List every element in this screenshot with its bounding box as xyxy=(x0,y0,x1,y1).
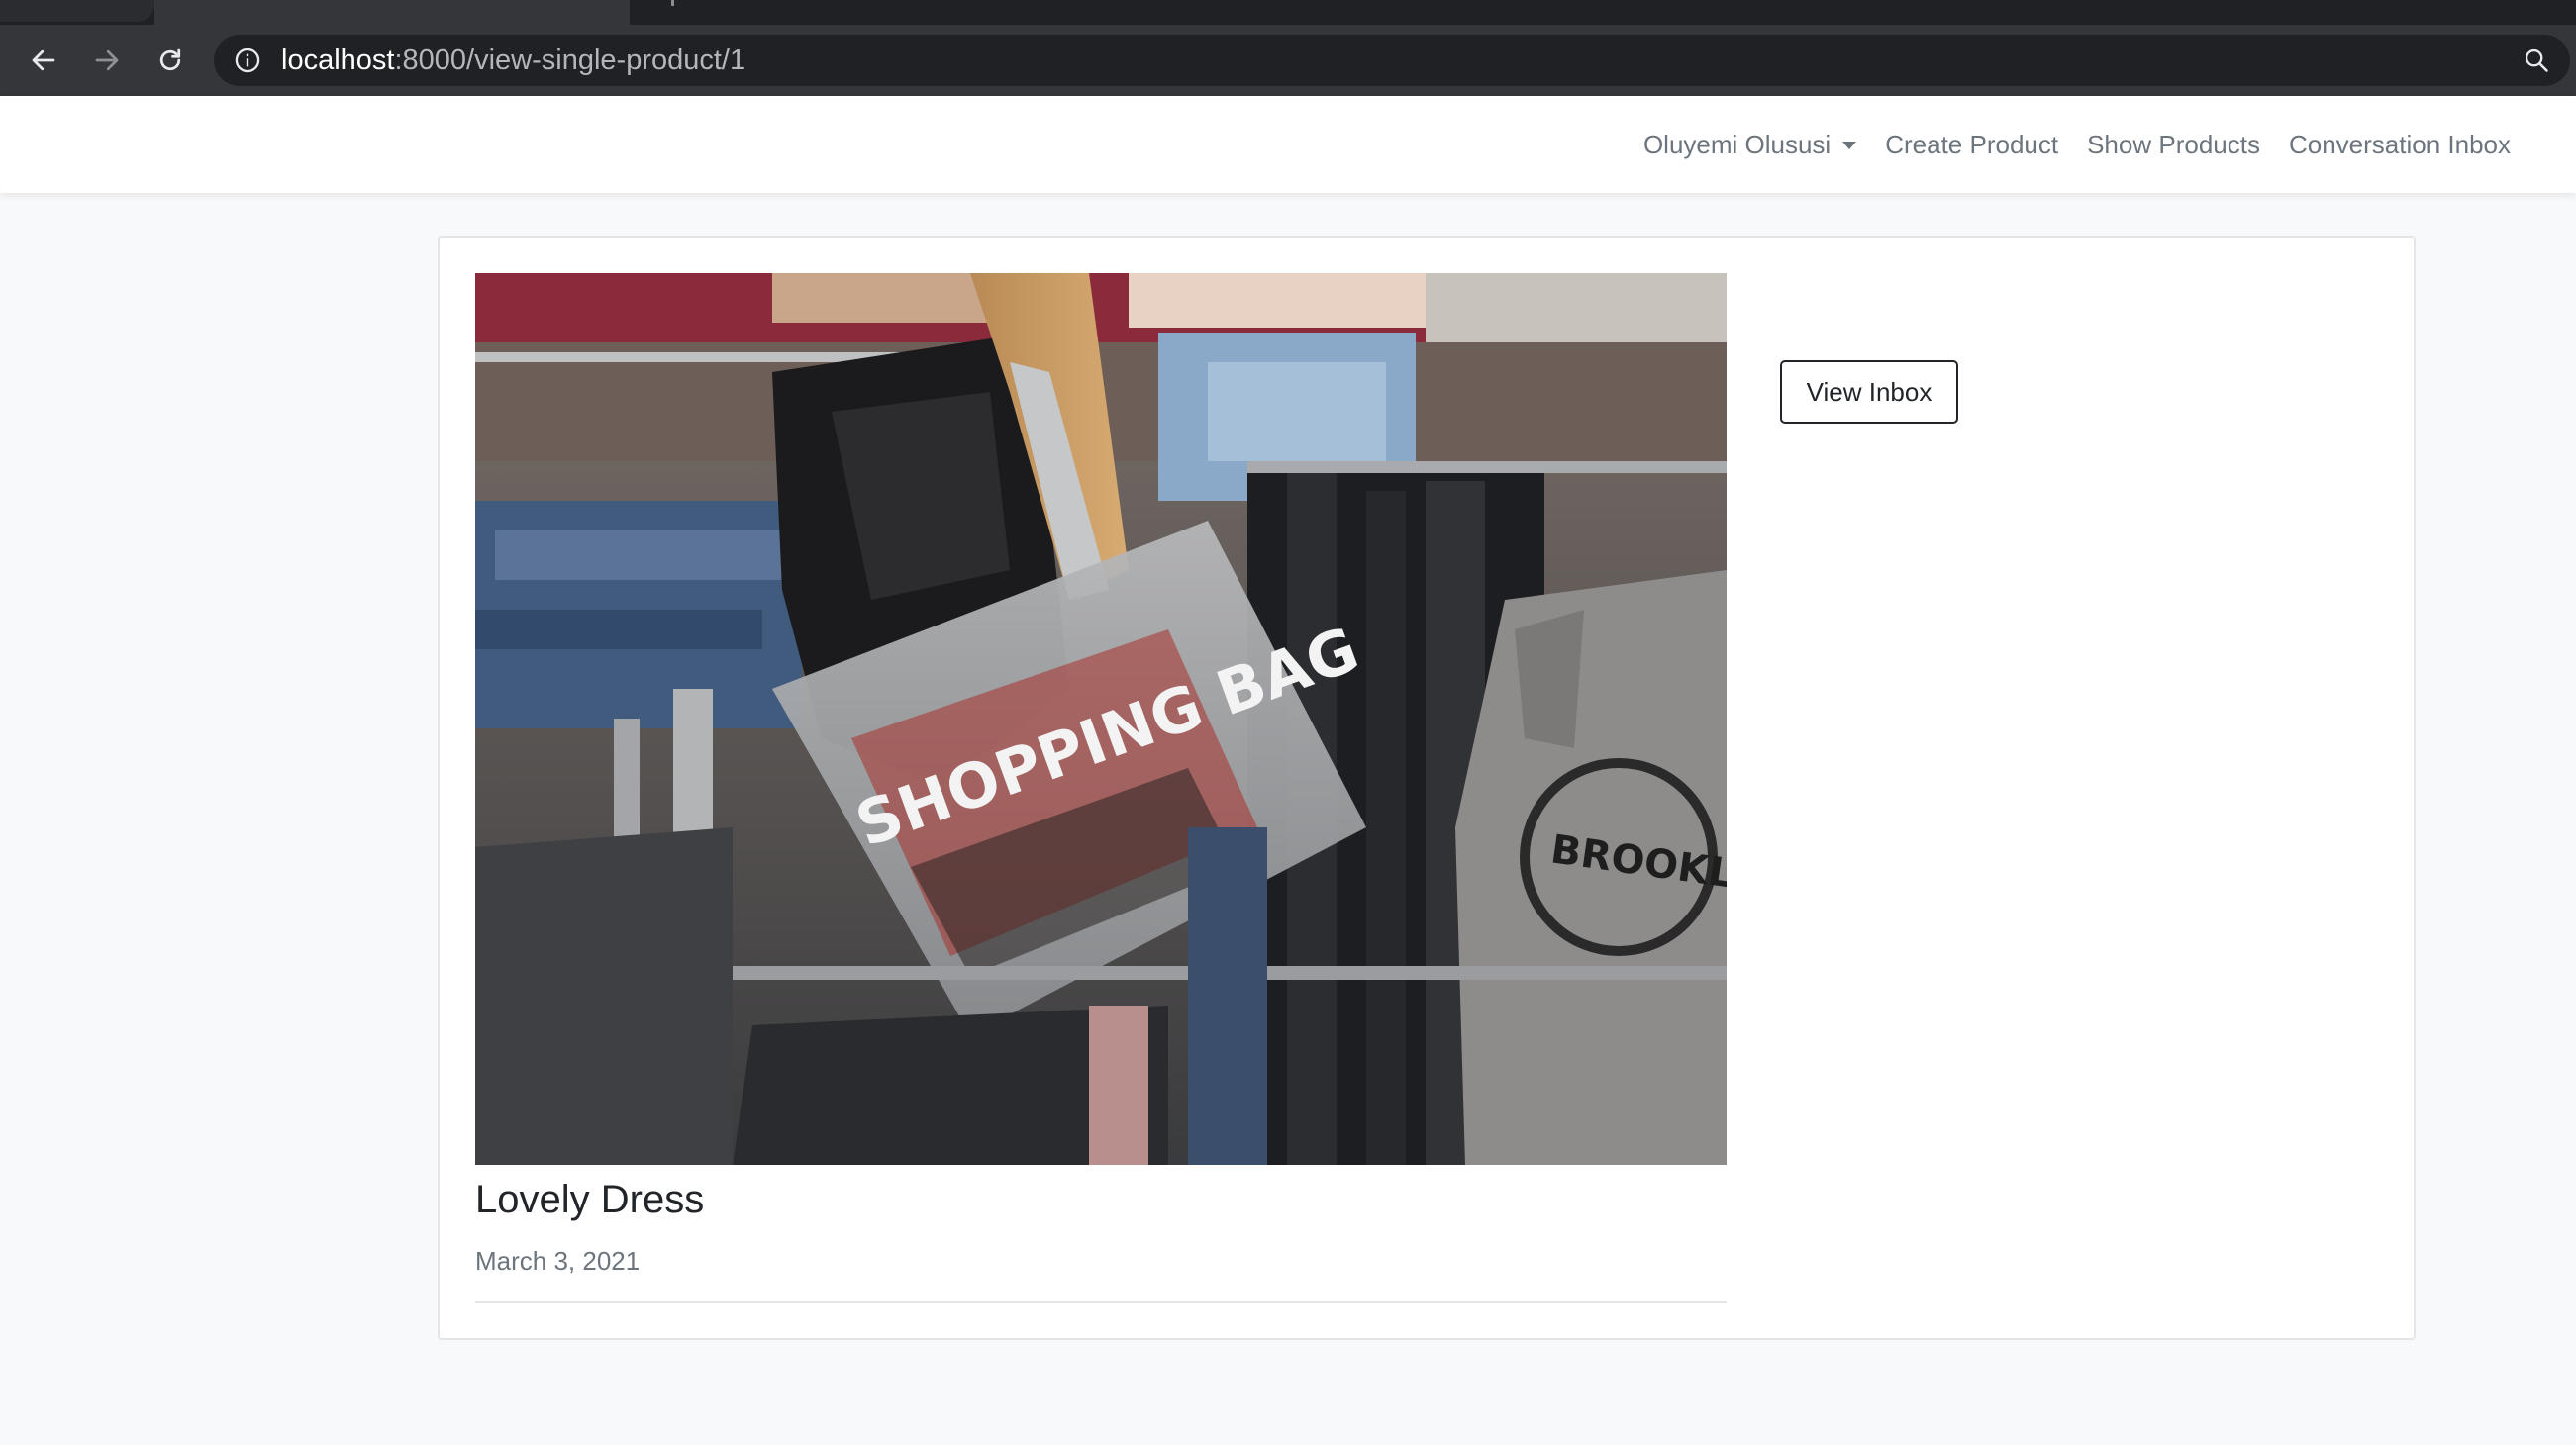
forward-button[interactable] xyxy=(77,25,137,96)
nav-link-conversation-inbox[interactable]: Conversation Inbox xyxy=(2289,130,2511,160)
url-path: :8000/view-single-product/1 xyxy=(394,45,746,76)
view-inbox-button[interactable]: View Inbox xyxy=(1780,360,1958,424)
divider xyxy=(475,1301,1727,1303)
arrow-left-icon xyxy=(32,49,55,71)
navbar-links: Oluyemi Olususi Create Product Show Prod… xyxy=(1507,96,2511,193)
address-bar[interactable]: localhost:8000/view-single-product/1 xyxy=(214,35,2570,86)
tab-separator xyxy=(671,0,674,6)
reload-button[interactable] xyxy=(141,25,200,96)
magnifier-icon[interactable] xyxy=(2523,47,2550,74)
product-image: BROOKLYN SHOPPING BAG xyxy=(475,273,1727,1165)
browser-toolbar: localhost:8000/view-single-product/1 xyxy=(0,25,2576,96)
nav-link-show-products[interactable]: Show Products xyxy=(2087,130,2260,160)
url-host: localhost xyxy=(281,45,395,76)
nav-link-create-product[interactable]: Create Product xyxy=(1885,130,2058,160)
browser-tab-strip xyxy=(0,0,2576,25)
browser-tab-active[interactable] xyxy=(154,0,630,25)
user-name: Oluyemi Olususi xyxy=(1642,129,1832,159)
browser-tab[interactable] xyxy=(0,0,154,22)
app-navbar: Oluyemi Olususi Create Product Show Prod… xyxy=(0,96,2576,193)
product-card: BROOKLYN SHOPPING BAG Lovely Dress March… xyxy=(438,236,2416,1340)
user-dropdown-toggle[interactable]: Oluyemi Olususi xyxy=(1642,129,1857,160)
info-circle-icon[interactable] xyxy=(234,47,261,74)
product-date: March 3, 2021 xyxy=(475,1246,641,1276)
product-title: Lovely Dress xyxy=(475,1178,705,1221)
arrow-right-icon xyxy=(95,49,119,71)
url-text[interactable]: localhost:8000/view-single-product/1 xyxy=(281,35,745,86)
back-button[interactable] xyxy=(14,25,73,96)
caret-down-icon xyxy=(1842,142,1857,149)
reload-icon xyxy=(159,48,181,71)
